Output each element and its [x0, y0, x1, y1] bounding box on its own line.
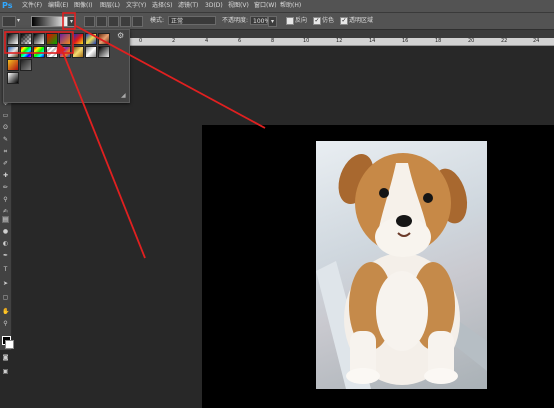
annotation-overlay [4, 12, 266, 259]
annotation-box [62, 12, 76, 30]
annotation-arrow [75, 25, 266, 129]
annotation-arrow [61, 49, 146, 259]
